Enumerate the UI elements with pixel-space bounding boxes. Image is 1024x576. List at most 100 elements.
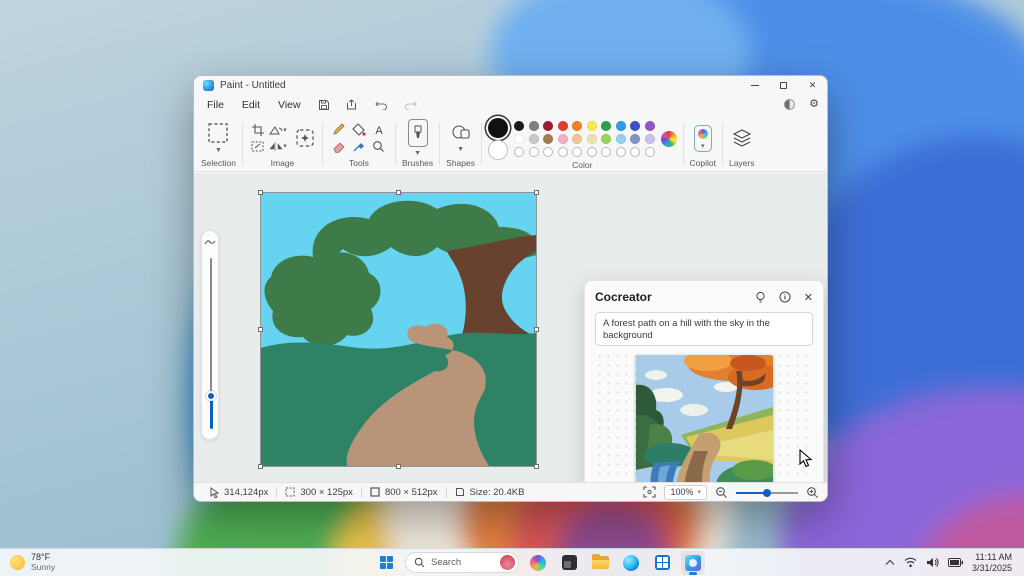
taskbar-edge[interactable] — [619, 551, 643, 575]
pencil-button[interactable] — [332, 123, 345, 136]
close-button[interactable]: ✕ — [798, 76, 827, 94]
color-swatch-empty[interactable] — [616, 147, 626, 157]
color-swatch[interactable] — [601, 121, 611, 131]
color-swatch-empty[interactable] — [529, 147, 539, 157]
lightbulb-icon[interactable] — [755, 291, 766, 304]
selection-handle[interactable] — [258, 327, 263, 332]
selection-handle[interactable] — [396, 190, 401, 195]
taskbar-weather[interactable]: 78°F Sunny — [0, 553, 55, 572]
volume-icon[interactable] — [926, 557, 939, 568]
zoom-out-icon[interactable] — [715, 486, 728, 499]
account-icon[interactable] — [784, 99, 795, 110]
eraser-button[interactable] — [332, 141, 345, 153]
cocreator-close-icon[interactable]: ✕ — [804, 291, 813, 304]
color-swatch-empty[interactable] — [543, 147, 553, 157]
tray-chevron-up-icon[interactable] — [885, 559, 895, 566]
fit-screen-icon[interactable] — [643, 486, 656, 498]
taskbar-store[interactable] — [650, 551, 674, 575]
taskbar-file-explorer[interactable] — [588, 551, 612, 575]
search-highlight-image[interactable] — [500, 555, 515, 570]
color-swatch-empty[interactable] — [514, 147, 524, 157]
chevron-down-icon[interactable]: ▼ — [215, 147, 222, 154]
color-swatch[interactable] — [630, 121, 640, 131]
color-swatch-empty[interactable] — [630, 147, 640, 157]
brushes-button[interactable]: ▼ — [408, 119, 428, 157]
undo-button[interactable] — [375, 99, 388, 110]
zoom-level-dropdown[interactable]: 100% ▾ — [664, 485, 707, 500]
brush-size-track[interactable] — [210, 258, 212, 394]
color-swatch[interactable] — [529, 121, 539, 131]
chevron-down-icon[interactable]: ▼ — [457, 146, 464, 153]
selection-handle[interactable] — [396, 464, 401, 469]
menu-view[interactable]: View — [269, 97, 310, 113]
color-swatch[interactable] — [645, 121, 655, 131]
save-button[interactable] — [318, 99, 330, 111]
rotate-button[interactable]: ▾ — [269, 125, 287, 136]
maximize-button[interactable] — [769, 76, 798, 94]
color2-swatch[interactable] — [488, 140, 508, 160]
layers-button[interactable] — [732, 128, 752, 148]
color-swatch[interactable] — [514, 134, 524, 144]
prompt-input[interactable]: A forest path on a hill with the sky in … — [595, 312, 813, 346]
brush-size-thumb[interactable] — [206, 391, 216, 401]
zoom-in-icon[interactable] — [806, 486, 819, 499]
copilot-button[interactable]: ▾ — [694, 125, 712, 152]
color-swatch[interactable] — [572, 134, 582, 144]
redo-button[interactable] — [404, 99, 417, 110]
magnifier-button[interactable] — [372, 140, 385, 153]
canvas[interactable] — [261, 193, 536, 466]
fill-button[interactable] — [352, 123, 366, 136]
battery-icon[interactable] — [948, 558, 963, 567]
color-swatch[interactable] — [587, 134, 597, 144]
settings-gear-icon[interactable]: ⚙ — [809, 99, 819, 110]
taskbar-clock[interactable]: 11:11 AM 3/31/2025 — [972, 552, 1012, 573]
edit-colors-button[interactable] — [661, 131, 677, 147]
menu-file[interactable]: File — [198, 97, 233, 113]
export-button[interactable] — [346, 99, 359, 111]
selection-handle[interactable] — [534, 327, 539, 332]
chevron-down-icon[interactable]: ▼ — [414, 150, 421, 157]
info-icon[interactable] — [779, 291, 791, 303]
color-swatch[interactable] — [630, 134, 640, 144]
zoom-slider[interactable] — [736, 488, 798, 497]
color-swatch[interactable] — [558, 121, 568, 131]
color-swatch[interactable] — [587, 121, 597, 131]
shapes-button[interactable]: ▼ — [450, 123, 472, 153]
selection-handle[interactable] — [534, 464, 539, 469]
taskbar-dark-app[interactable] — [557, 551, 581, 575]
taskbar-search[interactable]: Search — [405, 552, 519, 573]
color-swatch-empty[interactable] — [645, 147, 655, 157]
color-swatch-empty[interactable] — [587, 147, 597, 157]
selection-handle[interactable] — [258, 190, 263, 195]
color-swatch[interactable] — [601, 134, 611, 144]
color-swatch[interactable] — [514, 121, 524, 131]
minimize-button[interactable] — [740, 76, 769, 94]
color-swatch[interactable] — [572, 121, 582, 131]
wifi-icon[interactable] — [904, 557, 917, 568]
eyedropper-button[interactable] — [352, 140, 365, 153]
color-swatch-empty[interactable] — [601, 147, 611, 157]
color-swatch-empty[interactable] — [558, 147, 568, 157]
selection-tool-button[interactable]: ▼ — [207, 122, 229, 154]
text-button[interactable]: A — [373, 124, 385, 136]
title-bar[interactable]: Paint - Untitled ✕ — [194, 76, 827, 94]
color-swatch[interactable] — [529, 134, 539, 144]
menu-edit[interactable]: Edit — [233, 97, 269, 113]
taskbar-copilot[interactable] — [526, 551, 550, 575]
start-button[interactable] — [374, 551, 398, 575]
color-swatch[interactable] — [616, 134, 626, 144]
color-swatch[interactable] — [543, 121, 553, 131]
magic-select-button[interactable] — [294, 127, 316, 149]
color-swatch[interactable] — [645, 134, 655, 144]
crop-button[interactable] — [252, 124, 264, 136]
selection-handle[interactable] — [534, 190, 539, 195]
color-swatch[interactable] — [543, 134, 553, 144]
flip-button[interactable]: ▾ — [269, 141, 287, 152]
color-swatch[interactable] — [558, 134, 568, 144]
taskbar-paint-active[interactable] — [681, 551, 705, 575]
color1-selected-swatch[interactable] — [488, 118, 508, 138]
selection-handle[interactable] — [258, 464, 263, 469]
color-swatch[interactable] — [616, 121, 626, 131]
color-swatch-empty[interactable] — [572, 147, 582, 157]
generated-image[interactable] — [636, 355, 773, 502]
